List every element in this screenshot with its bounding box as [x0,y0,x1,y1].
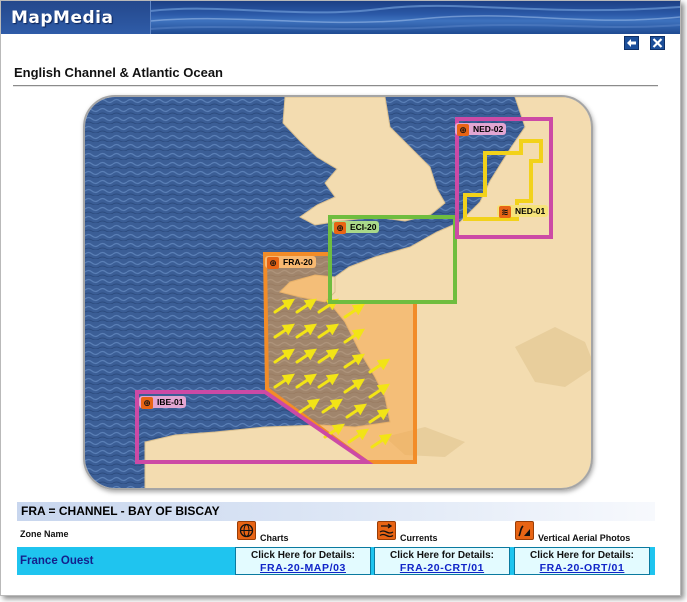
current-waves-icon [377,521,396,540]
currents-prompt: Click Here for Details: [390,550,494,561]
aerial-prompt: Click Here for Details: [530,550,634,561]
zone-details-panel: FRA = CHANNEL - BAY OF BISCAY Zone Name … [17,502,655,575]
zone-name-column-header: Zone Name [20,529,69,539]
currents-column-header: Currents [400,533,438,543]
details-heading: FRA = CHANNEL - BAY OF BISCAY [17,502,655,521]
currents-details-link[interactable]: FRA-20-CRT/01 [375,562,509,574]
charts-column-header: Charts [260,533,289,543]
table-row: France Ouest Click Here for Details: FRA… [17,547,655,575]
app-window: MapMedia English Channel & Atlantic Ocea… [0,0,681,596]
arrow-left-icon [627,39,636,47]
aerial-details-link[interactable]: FRA-20-ORT/01 [515,562,649,574]
app-logo: MapMedia [11,7,114,28]
globe-icon [237,521,256,540]
page-title: English Channel & Atlantic Ocean [14,65,223,80]
zone-label-fra-20[interactable]: ⊕ FRA-20 [265,256,316,269]
globe-icon: ⊕ [141,397,153,409]
aerial-cell: Click Here for Details: FRA-20-ORT/01 [514,547,650,575]
details-column-headers: Zone Name Charts Currents Vertical Aeria… [17,521,655,547]
aerial-photo-icon [515,521,534,540]
back-button[interactable] [624,36,639,50]
charts-cell: Click Here for Details: FRA-20-MAP/03 [235,547,371,575]
zone-label-ned-02[interactable]: ⊕ NED-02 [455,123,507,136]
close-icon [652,38,663,48]
close-button[interactable] [650,36,665,50]
zone-label-eci-20[interactable]: ⊕ ECI-20 [332,221,380,234]
map-canvas [85,97,591,488]
charts-details-link[interactable]: FRA-20-MAP/03 [236,562,370,574]
logo-container: MapMedia [1,1,151,34]
zone-label-ned-01[interactable]: ≋ NED-01 [497,205,549,218]
globe-icon: ⊕ [267,257,279,269]
zone-map[interactable]: ⊕ NED-02 ≋ NED-01 ⊕ ECI-20 ⊕ FRA-20 ⊕ IB… [83,95,593,490]
zone-label-ibe-01[interactable]: ⊕ IBE-01 [139,396,187,409]
title-divider [13,85,658,87]
charts-prompt: Click Here for Details: [251,550,355,561]
aerial-column-header: Vertical Aerial Photos [538,533,631,543]
globe-icon: ⊕ [334,222,346,234]
current-waves-icon: ≋ [499,206,511,218]
globe-icon: ⊕ [457,124,469,136]
currents-cell: Click Here for Details: FRA-20-CRT/01 [374,547,510,575]
app-header: MapMedia [1,1,680,34]
zone-name-value: France Ouest [20,555,94,567]
